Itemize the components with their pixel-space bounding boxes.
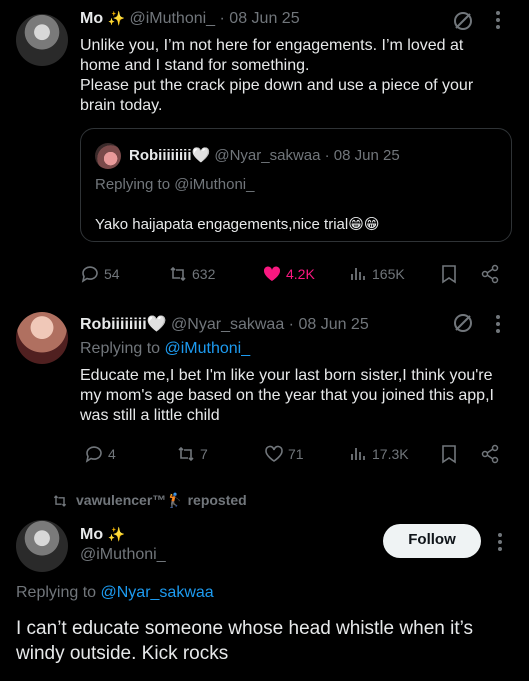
reply-icon bbox=[85, 446, 102, 463]
author-name[interactable]: Mo bbox=[80, 526, 103, 543]
avatar[interactable] bbox=[16, 520, 68, 572]
heart-filled-icon bbox=[263, 266, 281, 281]
author-handle[interactable]: @iMuthoni_ bbox=[129, 10, 215, 27]
golfer-emoji: 🏌 bbox=[166, 492, 184, 508]
reposter-name[interactable]: vawulencer™ bbox=[76, 492, 166, 508]
views-count: 17.3K bbox=[372, 446, 409, 462]
replying-handle-link[interactable]: @iMuthoni_ bbox=[165, 340, 251, 357]
repost-button[interactable]: 632 bbox=[168, 264, 215, 284]
author-block: Mo ✨ @iMuthoni_ bbox=[80, 526, 166, 564]
bookmark-icon[interactable] bbox=[440, 264, 458, 284]
like-button[interactable]: 4.2K bbox=[262, 264, 315, 284]
replying-prefix: Replying to bbox=[16, 584, 101, 601]
grin-emojis: 😁😁 bbox=[348, 216, 380, 233]
quoted-text-row: Yako haijapata engagements,nice trial😁😁 bbox=[95, 215, 380, 233]
views-icon bbox=[351, 268, 365, 280]
quoted-date: · 08 Jun 25 bbox=[324, 147, 400, 164]
avatar[interactable] bbox=[16, 14, 68, 66]
avatar bbox=[95, 143, 121, 169]
tweet-date[interactable]: · 08 Jun 25 bbox=[289, 316, 369, 333]
tweet-text: Unlike you, I’m not here for engagements… bbox=[80, 37, 474, 114]
repost-icon bbox=[170, 266, 186, 282]
more-icon[interactable] bbox=[497, 532, 503, 552]
quoted-author-name: Robiiiiiiii bbox=[129, 147, 192, 164]
repost-icon bbox=[53, 494, 67, 507]
tweet-header: Robiiiiiiii🤍 @Nyar_sakwaa · 08 Jun 25 bbox=[80, 314, 369, 334]
quoted-header: Robiiiiiiii🤍 @Nyar_sakwaa · 08 Jun 25 bbox=[129, 146, 400, 164]
bookmark-icon[interactable] bbox=[440, 444, 458, 464]
heart-icon bbox=[265, 445, 283, 462]
replying-to: Replying to @iMuthoni_ bbox=[80, 340, 250, 358]
author-name[interactable]: Mo bbox=[80, 10, 103, 27]
repost-banner[interactable]: vawulencer™🏌 reposted bbox=[52, 492, 247, 509]
avatar[interactable] bbox=[16, 312, 68, 364]
author-handle[interactable]: @iMuthoni_ bbox=[80, 546, 166, 564]
like-button[interactable]: 71 bbox=[264, 444, 304, 464]
heart-emoji: 🤍 bbox=[146, 316, 167, 333]
reply-icon bbox=[81, 266, 98, 283]
share-icon[interactable] bbox=[480, 264, 500, 284]
like-count: 71 bbox=[288, 446, 304, 462]
quoted-author-handle: @Nyar_sakwaa bbox=[214, 147, 321, 164]
tweet-text: Educate me,I bet I'm like your last born… bbox=[80, 367, 494, 424]
tweet-text: I can’t educate someone whose head whist… bbox=[16, 618, 473, 664]
grok-icon[interactable] bbox=[452, 312, 474, 334]
replying-handle-link[interactable]: @Nyar_sakwaa bbox=[101, 584, 214, 601]
repost-button[interactable]: 7 bbox=[176, 444, 208, 464]
tweet-date[interactable]: · 08 Jun 25 bbox=[220, 10, 300, 27]
follow-button[interactable]: Follow bbox=[383, 524, 481, 558]
tweet-header: Mo ✨ @iMuthoni_ · 08 Jun 25 bbox=[80, 10, 500, 32]
quoted-text: Yako haijapata engagements,nice trial bbox=[95, 216, 349, 233]
share-icon[interactable] bbox=[480, 444, 500, 464]
grok-icon[interactable] bbox=[452, 10, 474, 32]
reply-count: 54 bbox=[104, 266, 120, 282]
more-icon[interactable] bbox=[495, 10, 501, 30]
replying-to: Replying to @Nyar_sakwaa bbox=[16, 584, 214, 602]
quoted-replying-to: Replying to @iMuthoni_ bbox=[95, 176, 255, 193]
replying-prefix: Replying to bbox=[80, 340, 165, 357]
sparkle-emoji: ✨ bbox=[107, 10, 125, 26]
heart-emoji: 🤍 bbox=[191, 147, 211, 164]
repost-count: 7 bbox=[200, 446, 208, 462]
sparkle-emoji: ✨ bbox=[107, 526, 125, 542]
views-button[interactable]: 17.3K bbox=[348, 444, 409, 464]
reply-button[interactable]: 4 bbox=[84, 444, 116, 464]
repost-count: 632 bbox=[192, 266, 216, 282]
repost-icon bbox=[178, 446, 194, 462]
reposted-label: reposted bbox=[187, 492, 247, 508]
author-handle[interactable]: @Nyar_sakwaa bbox=[171, 316, 284, 333]
reply-button[interactable]: 54 bbox=[80, 264, 120, 284]
views-icon bbox=[351, 448, 365, 460]
author-name[interactable]: Robiiiiiiii bbox=[80, 316, 147, 333]
views-button[interactable]: 165K bbox=[348, 264, 405, 284]
like-count: 4.2K bbox=[286, 266, 315, 282]
views-count: 165K bbox=[372, 266, 405, 282]
reply-count: 4 bbox=[108, 446, 116, 462]
more-icon[interactable] bbox=[495, 314, 501, 334]
quoted-tweet[interactable]: Robiiiiiiii🤍 @Nyar_sakwaa · 08 Jun 25 Re… bbox=[80, 128, 512, 242]
